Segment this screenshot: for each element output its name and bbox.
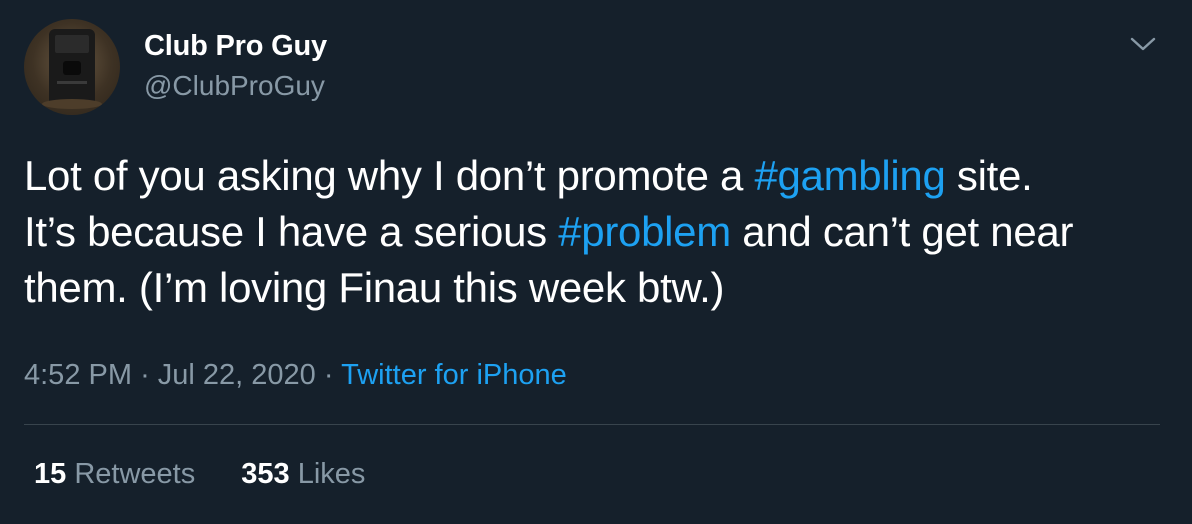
avatar-figure	[49, 29, 95, 103]
hashtag-link[interactable]: #gambling	[754, 152, 945, 199]
tweet-line: It’s because I have a serious #problem a…	[24, 204, 1164, 260]
avatar-figure-stripe	[57, 81, 87, 84]
author-handle[interactable]: @ClubProGuy	[144, 70, 325, 102]
retweets-label: Retweets	[74, 458, 196, 490]
tweet-text-segment: them. (I’m loving Finau this week btw.)	[24, 264, 725, 311]
tweet-line: Lot of you asking why I don’t promote a …	[24, 148, 1164, 204]
author-name[interactable]: Club Pro Guy	[144, 30, 327, 63]
retweets-count: 15	[34, 458, 67, 490]
tweet-text-segment: site.	[945, 152, 1033, 199]
avatar-figure-face	[63, 61, 81, 75]
tweet-stats: 15 Retweets 353 Likes	[34, 458, 403, 491]
tweet-text-segment: Lot of you asking why I don’t promote a	[24, 152, 755, 199]
tweet-text: Lot of you asking why I don’t promote a …	[24, 148, 1164, 316]
tweet-source-link[interactable]: Twitter for iPhone	[341, 359, 567, 391]
likes-stat[interactable]: 353 Likes	[241, 458, 365, 490]
tweet-text-segment: It’s because I have a serious	[24, 208, 559, 255]
avatar[interactable]	[24, 19, 120, 115]
tweet-time[interactable]: 4:52 PM	[24, 359, 132, 391]
avatar-figure-base	[42, 99, 102, 109]
meta-separator: ·	[140, 359, 150, 391]
tweet-date[interactable]: Jul 22, 2020	[158, 359, 316, 391]
likes-label: Likes	[297, 458, 366, 490]
likes-count: 353	[241, 458, 290, 490]
avatar-figure-label	[55, 35, 89, 53]
meta-separator: ·	[323, 359, 334, 391]
tweet-line: them. (I’m loving Finau this week btw.)	[24, 260, 1164, 316]
chevron-down-icon[interactable]	[1128, 32, 1158, 56]
hashtag-link[interactable]: #problem	[558, 208, 731, 255]
retweets-stat[interactable]: 15 Retweets	[34, 458, 195, 490]
divider	[24, 424, 1160, 425]
tweet-meta: 4:52 PM · Jul 22, 2020 · Twitter for iPh…	[24, 359, 567, 392]
tweet-text-segment: and can’t get near	[730, 208, 1074, 255]
